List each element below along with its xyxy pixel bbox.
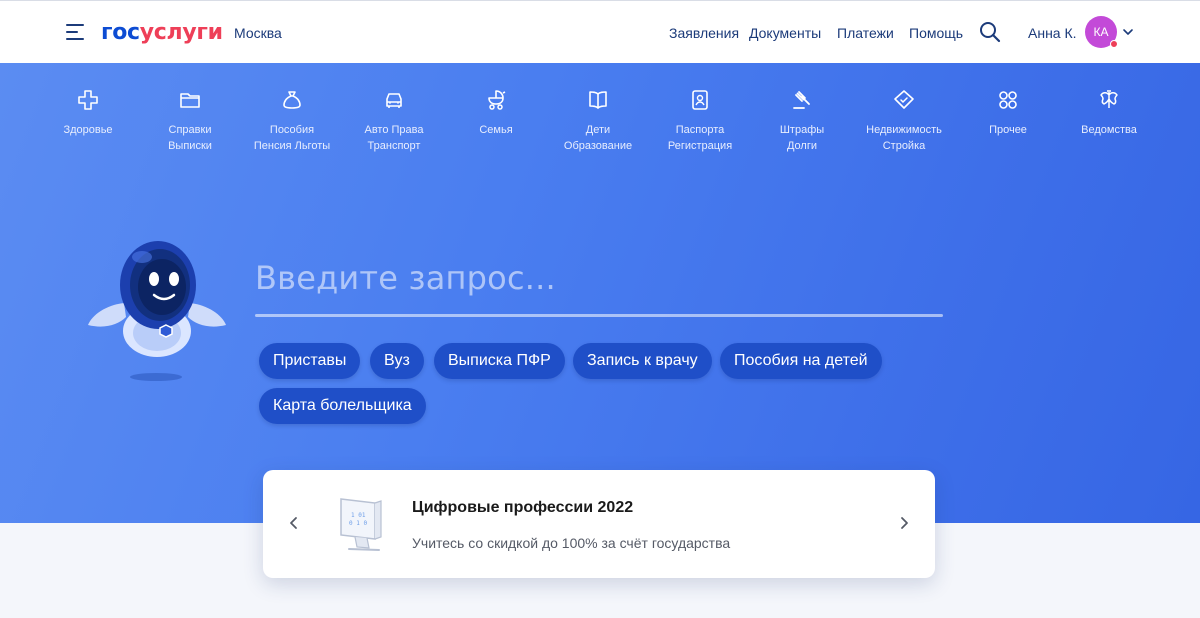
category-health[interactable]: Здоровье bbox=[33, 88, 143, 138]
promo-subtitle: Учитесь со скидкой до 100% за счёт госуд… bbox=[412, 535, 731, 551]
category-transport[interactable]: Авто Права Транспорт bbox=[339, 88, 449, 154]
category-other[interactable]: Прочее bbox=[953, 88, 1063, 138]
category-label: Пособия bbox=[269, 124, 315, 136]
category-label: Здоровье bbox=[63, 124, 113, 136]
top-header: госуслуги Москва Заявления Документы Пла… bbox=[0, 0, 1200, 63]
notification-dot bbox=[1110, 40, 1118, 48]
passport-icon bbox=[692, 90, 708, 110]
category-label: Ведомства bbox=[1081, 124, 1137, 136]
category-children[interactable]: Дети Образование bbox=[543, 88, 653, 154]
money-bag-icon bbox=[283, 91, 301, 109]
book-icon bbox=[589, 91, 607, 109]
category-agencies[interactable]: Ведомства bbox=[1054, 88, 1164, 138]
promo-card[interactable]: 1 01 0 1 0 Цифровые профессии 2022 Учите… bbox=[263, 470, 935, 578]
avatar[interactable]: КА bbox=[1085, 16, 1118, 48]
gavel-icon bbox=[793, 91, 810, 109]
suggestion-chip-fan-card[interactable]: Карта болельщика bbox=[259, 388, 426, 424]
coat-of-arms-icon bbox=[1100, 90, 1118, 108]
category-label-2: Образование bbox=[563, 140, 633, 152]
hero-section: Здоровье Справки Выписки Пособия Пенсия Ль… bbox=[0, 63, 1200, 523]
nav-applications[interactable]: Заявления bbox=[669, 25, 739, 41]
search-input[interactable]: Введите запрос... bbox=[255, 259, 556, 297]
category-label: Дети bbox=[585, 124, 611, 136]
category-label-2: Транспорт bbox=[367, 140, 421, 152]
svg-text:1 01: 1 01 bbox=[351, 512, 366, 519]
house-icon bbox=[894, 90, 914, 109]
logo-part-1: гос bbox=[101, 20, 140, 45]
grid-icon bbox=[999, 91, 1017, 109]
category-label: Авто Права bbox=[364, 124, 424, 136]
category-label: Паспорта bbox=[675, 124, 725, 136]
search-icon[interactable] bbox=[979, 21, 1001, 43]
search-underline bbox=[255, 314, 943, 317]
category-label: Недвижимость bbox=[866, 124, 942, 136]
avatar-initials: КА bbox=[1093, 25, 1109, 39]
robot-assistant-image[interactable] bbox=[86, 233, 228, 383]
menu-icon[interactable] bbox=[66, 24, 86, 41]
suggestion-chip-pfr-statement[interactable]: Выписка ПФР bbox=[434, 343, 565, 379]
category-label: Семья bbox=[479, 124, 513, 136]
chevron-right-icon[interactable] bbox=[898, 515, 910, 531]
suggestion-chip-doctor-appointment[interactable]: Запись к врачу bbox=[573, 343, 712, 379]
category-label-2: Долги bbox=[786, 140, 818, 152]
nav-documents[interactable]: Документы bbox=[749, 25, 821, 41]
nav-payments[interactable]: Платежи bbox=[837, 25, 894, 41]
stroller-icon bbox=[488, 90, 506, 110]
logo[interactable]: госуслуги bbox=[101, 20, 223, 45]
logo-part-2: услуги bbox=[139, 20, 223, 45]
computer-monitor-icon: 1 01 0 1 0 bbox=[340, 498, 382, 551]
chevron-left-icon[interactable] bbox=[288, 515, 300, 531]
suggestion-chip-child-benefits[interactable]: Пособия на детей bbox=[720, 343, 882, 379]
category-label: Прочее bbox=[989, 124, 1027, 136]
category-label: Справки bbox=[168, 124, 212, 136]
car-icon bbox=[386, 93, 402, 108]
category-label-2: Пенсия Льготы bbox=[253, 140, 331, 152]
city-selector[interactable]: Москва bbox=[234, 25, 282, 41]
category-realty[interactable]: Недвижимость Стройка bbox=[849, 88, 959, 154]
category-passports[interactable]: Паспорта Регистрация bbox=[645, 88, 755, 154]
promo-title: Цифровые профессии 2022 bbox=[412, 499, 634, 516]
user-name[interactable]: Анна К. bbox=[1028, 25, 1077, 41]
chevron-down-icon[interactable] bbox=[1122, 26, 1134, 38]
suggestion-chip-university[interactable]: Вуз bbox=[370, 343, 424, 379]
category-fines[interactable]: Штрафы Долги bbox=[747, 88, 857, 154]
category-family[interactable]: Семья bbox=[441, 88, 551, 138]
category-label: Штрафы bbox=[779, 124, 825, 136]
category-benefits[interactable]: Пособия Пенсия Льготы bbox=[237, 88, 347, 154]
category-label-2: Стройка bbox=[882, 140, 926, 152]
medical-cross-icon bbox=[78, 90, 98, 110]
folder-icon bbox=[180, 93, 200, 108]
suggestion-chip-bailiffs[interactable]: Приставы bbox=[259, 343, 361, 379]
category-label-2: Выписки bbox=[168, 140, 212, 152]
svg-text:0 1 0: 0 1 0 bbox=[349, 520, 367, 527]
category-label-2: Регистрация bbox=[667, 140, 733, 152]
category-certificates[interactable]: Справки Выписки bbox=[135, 88, 245, 154]
nav-help[interactable]: Помощь bbox=[909, 25, 963, 41]
